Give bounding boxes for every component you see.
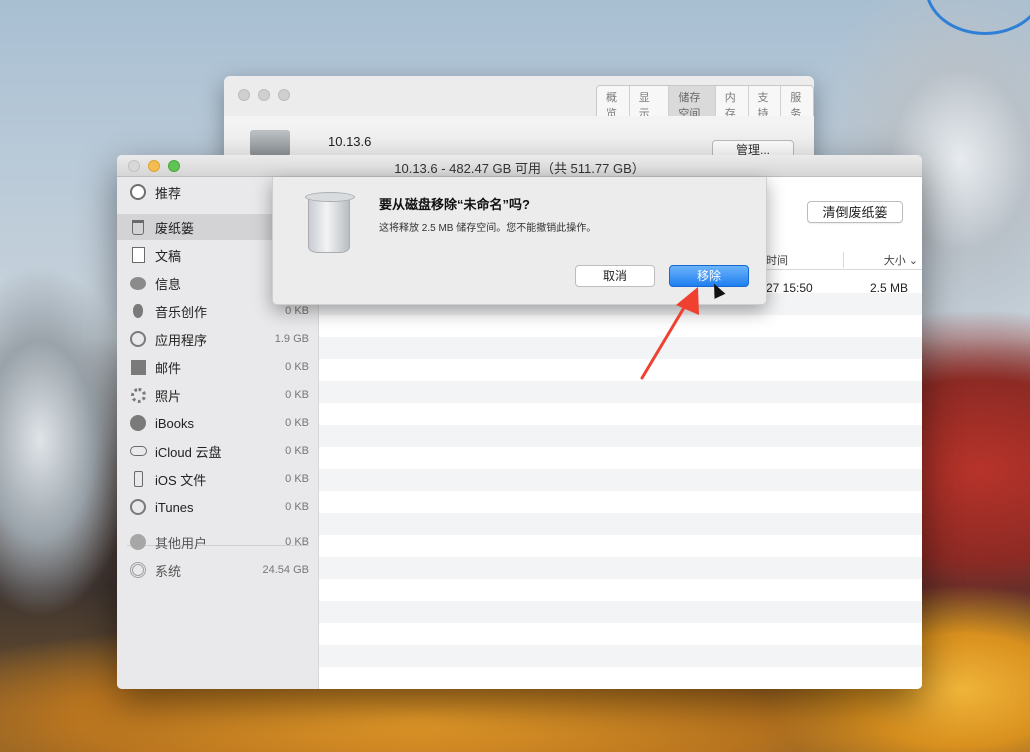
ibooks-icon xyxy=(129,414,147,432)
sidebar-item-size: 0 KB xyxy=(285,305,309,317)
sidebar-item-label: 系统 xyxy=(155,563,182,579)
app-store-icon xyxy=(129,330,147,348)
file-list[interactable] xyxy=(319,271,922,689)
trash-icon xyxy=(129,218,147,236)
iphone-icon xyxy=(129,470,147,488)
cloud-icon xyxy=(129,442,147,460)
sidebar-item-photos[interactable]: 照片 0 KB xyxy=(117,382,319,408)
dialog-message: 这将释放 2.5 MB 储存空间。您不能撤销此操作。 xyxy=(379,223,597,234)
messages-icon xyxy=(129,274,147,292)
red-arrow-annotation-icon xyxy=(640,287,699,380)
sidebar-item-label: iTunes xyxy=(155,499,194,515)
column-header-time[interactable]: 时间 xyxy=(766,252,788,268)
zoom-button[interactable] xyxy=(278,89,290,101)
sidebar-item-mail[interactable]: 邮件 0 KB xyxy=(117,354,319,380)
sidebar-item-size: 0 KB xyxy=(285,536,309,548)
sidebar-item-label: 废纸篓 xyxy=(155,220,195,236)
sidebar-item-label: 推荐 xyxy=(155,185,182,201)
sidebar-item-system[interactable]: 系统 24.54 GB xyxy=(117,557,319,583)
table-row-time[interactable]: 27 15:50 xyxy=(766,281,813,295)
disk-name: 10.13.6 xyxy=(328,134,372,149)
sidebar-item-label: 邮件 xyxy=(155,360,182,376)
lightbulb-icon xyxy=(129,183,147,201)
sidebar-item-label: 照片 xyxy=(155,388,182,404)
sidebar-item-size: 0 KB xyxy=(285,501,309,513)
trash-can-icon xyxy=(305,192,355,253)
title-bar: 10.13.6 - 482.47 GB 可用（共 511.77 GB） xyxy=(117,155,922,177)
minimize-button[interactable] xyxy=(258,89,270,101)
sidebar-item-size: 0 KB xyxy=(285,473,309,485)
sidebar-item-label: iBooks xyxy=(155,415,195,431)
hard-disk-icon xyxy=(250,130,290,156)
sidebar-item-itunes[interactable]: iTunes 0 KB xyxy=(117,494,319,520)
sidebar-item-size: 0 KB xyxy=(285,445,309,457)
sidebar-item-label: iCloud 云盘 xyxy=(155,444,222,460)
sidebar-item-label: 文稿 xyxy=(155,248,182,264)
users-icon xyxy=(129,533,147,551)
mail-icon xyxy=(129,358,147,376)
sidebar-item-label: iOS 文件 xyxy=(155,472,207,488)
blue-annotation-arc xyxy=(925,0,1030,35)
photos-icon xyxy=(129,386,147,404)
sidebar-item-size: 0 KB xyxy=(285,389,309,401)
sidebar-item-label: 音乐创作 xyxy=(155,304,208,320)
sidebar-item-size: 24.54 GB xyxy=(262,564,309,576)
guitar-icon xyxy=(129,302,147,320)
document-icon xyxy=(129,246,147,264)
sidebar-item-other-users[interactable]: 其他用户 0 KB xyxy=(117,529,319,555)
sidebar-item-icloud-drive[interactable]: iCloud 云盘 0 KB xyxy=(117,438,319,464)
itunes-icon xyxy=(129,498,147,516)
sidebar-item-size: 0 KB xyxy=(285,417,309,429)
window-title: 10.13.6 - 482.47 GB 可用（共 511.77 GB） xyxy=(394,161,645,176)
sidebar-item-size: 1.9 GB xyxy=(274,333,309,345)
sidebar-item-label: 信息 xyxy=(155,276,182,292)
sidebar-item-ios-files[interactable]: iOS 文件 0 KB xyxy=(117,466,319,492)
cancel-button[interactable]: 取消 xyxy=(575,265,655,287)
sidebar-item-size: 0 KB xyxy=(285,361,309,373)
remove-button[interactable]: 移除 xyxy=(669,265,749,287)
column-header-size[interactable]: 大小 ⌄ xyxy=(842,252,918,268)
dialog-title: 要从磁盘移除“未命名”吗? xyxy=(379,197,530,212)
table-row-size[interactable]: 2.5 MB xyxy=(870,281,908,295)
sidebar-item-label: 应用程序 xyxy=(155,332,208,348)
empty-trash-button[interactable]: 清倒废纸篓 xyxy=(807,201,903,223)
sidebar-item-label: 其他用户 xyxy=(155,535,208,551)
sidebar-item-ibooks[interactable]: iBooks 0 KB xyxy=(117,410,319,436)
close-button[interactable] xyxy=(238,89,250,101)
back-window-traffic-lights xyxy=(238,89,290,101)
sidebar-item-applications[interactable]: 应用程序 1.9 GB xyxy=(117,326,319,352)
gear-icon xyxy=(129,561,147,579)
